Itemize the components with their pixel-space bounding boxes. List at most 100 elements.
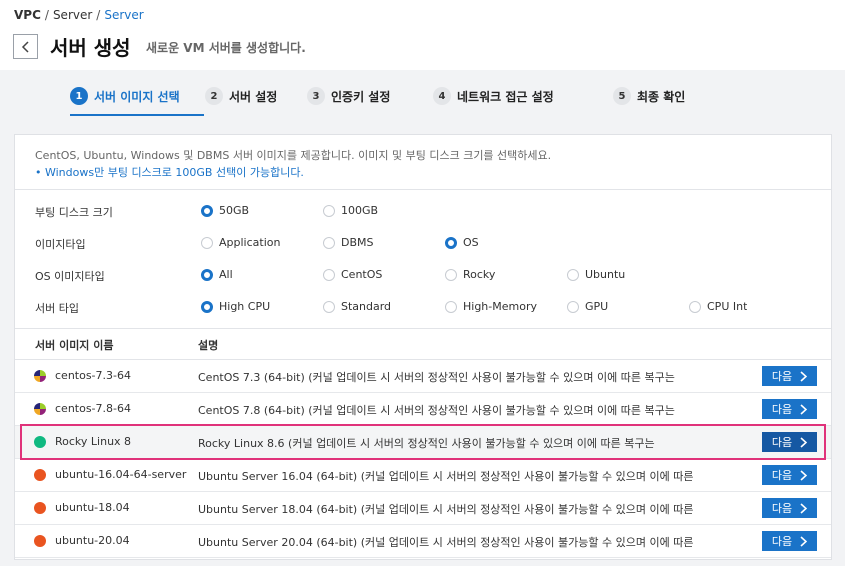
ubuntu-icon [34, 502, 46, 514]
active-step-indicator [70, 114, 204, 116]
next-button[interactable]: 다음 [762, 498, 817, 518]
table-row-selected[interactable]: Rocky Linux 8 Rocky Linux 8.6 (커널 업데이트 시… [15, 426, 831, 459]
step-number: 3 [307, 87, 325, 105]
notice-windows-note: • Windows만 부팅 디스크로 100GB 선택이 가능합니다. [35, 166, 304, 179]
radio-icon [567, 300, 579, 313]
image-selection-panel: CentOS, Ubuntu, Windows 및 DBMS 서버 이미지를 제… [14, 134, 832, 560]
radio-100gb[interactable]: 100GB [323, 204, 378, 217]
ubuntu-icon [34, 469, 46, 481]
chevron-right-icon [800, 403, 808, 415]
page-subtitle: 새로운 VM 서버를 생성합니다. [146, 41, 306, 55]
ubuntu-icon [34, 535, 46, 547]
radio-gpu[interactable]: GPU [567, 300, 608, 313]
table-row[interactable]: centos-7.3-64 CentOS 7.3 (64-bit) (커널 업데… [15, 360, 831, 393]
image-description: Ubuntu Server 20.04 (64-bit) (커널 업데이트 시 … [198, 536, 694, 549]
image-name: Rocky Linux 8 [55, 435, 132, 448]
radio-ubuntu[interactable]: Ubuntu [567, 268, 625, 281]
page-title: 서버 생성 [50, 36, 131, 60]
centos-icon [34, 403, 46, 415]
radio-rocky[interactable]: Rocky [445, 268, 495, 281]
image-description: Rocky Linux 8.6 (커널 업데이트 시 서버의 정상적인 사용이 … [198, 437, 655, 450]
step-network-access[interactable]: 4 네트워크 접근 설정 [433, 87, 554, 105]
boot-disk-row: 부팅 디스크 크기 50GB 100GB [15, 195, 831, 227]
step-auth-key[interactable]: 3 인증키 설정 [307, 87, 390, 105]
radio-all[interactable]: All [201, 268, 233, 281]
breadcrumb-server[interactable]: Server [53, 8, 92, 22]
image-description: Ubuntu Server 18.04 (64-bit) (커널 업데이트 시 … [198, 503, 694, 516]
info-notice: CentOS, Ubuntu, Windows 및 DBMS 서버 이미지를 제… [15, 135, 831, 190]
centos-icon [34, 370, 46, 382]
table-row[interactable]: ubuntu-16.04-64-server Ubuntu Server 16.… [15, 459, 831, 492]
image-type-row: 이미지타입 Application DBMS OS [15, 227, 831, 259]
radio-high-memory[interactable]: High-Memory [445, 300, 537, 313]
step-label: 최종 확인 [637, 89, 686, 104]
step-final-confirm[interactable]: 5 최종 확인 [613, 87, 685, 105]
radio-application[interactable]: Application [201, 236, 280, 249]
table-row[interactable]: centos-7.8-64 CentOS 7.8 (64-bit) (커널 업데… [15, 393, 831, 426]
next-button[interactable]: 다음 [762, 531, 817, 551]
image-description: Ubuntu Server 16.04 (64-bit) (커널 업데이트 시 … [198, 470, 694, 483]
column-header-description: 설명 [198, 339, 219, 352]
radio-icon [323, 268, 335, 281]
next-button[interactable]: 다음 [762, 432, 817, 452]
chevron-right-icon [800, 502, 808, 514]
breadcrumb-current[interactable]: Server [104, 8, 143, 22]
radio-icon [323, 204, 335, 217]
breadcrumb-separator: / [44, 8, 49, 22]
step-number: 5 [613, 87, 631, 105]
breadcrumb-vpc[interactable]: VPC [14, 8, 41, 22]
breadcrumb: VPC / Server / Server [14, 8, 144, 22]
notice-text: CentOS, Ubuntu, Windows 및 DBMS 서버 이미지를 제… [35, 149, 552, 162]
radio-checked-icon [201, 300, 213, 313]
radio-os[interactable]: OS [445, 236, 479, 249]
os-image-type-row: OS 이미지타입 All CentOS Rocky Ubuntu [15, 259, 831, 291]
wizard-steps: 1 서버 이미지 선택 2 서버 설정 3 인증키 설정 4 네트워크 접근 설… [0, 72, 845, 122]
radio-icon [201, 236, 213, 249]
step-server-settings[interactable]: 2 서버 설정 [205, 87, 277, 105]
breadcrumb-separator: / [96, 8, 101, 22]
radio-icon [689, 300, 701, 313]
step-label: 서버 이미지 선택 [94, 89, 180, 104]
step-number: 4 [433, 87, 451, 105]
radio-standard[interactable]: Standard [323, 300, 391, 313]
radio-checked-icon [201, 204, 213, 217]
step-number: 1 [70, 87, 88, 105]
image-name: ubuntu-18.04 [55, 501, 130, 514]
table-header: 서버 이미지 이름 설명 [15, 328, 831, 360]
radio-dbms[interactable]: DBMS [323, 236, 374, 249]
column-header-name: 서버 이미지 이름 [35, 339, 114, 352]
step-label: 서버 설정 [229, 89, 278, 104]
os-image-type-label: OS 이미지타입 [35, 270, 105, 283]
chevron-left-icon [21, 40, 29, 53]
radio-50gb[interactable]: 50GB [201, 204, 249, 217]
boot-disk-label: 부팅 디스크 크기 [35, 206, 113, 219]
next-button[interactable]: 다음 [762, 366, 817, 386]
radio-checked-icon [201, 268, 213, 281]
image-name: centos-7.3-64 [55, 369, 131, 382]
radio-icon [445, 268, 457, 281]
server-type-row: 서버 타입 High CPU Standard High-Memory GPU … [15, 291, 831, 323]
radio-icon [323, 300, 335, 313]
step-server-image[interactable]: 1 서버 이미지 선택 [70, 87, 180, 105]
radio-icon [567, 268, 579, 281]
step-label: 네트워크 접근 설정 [457, 89, 554, 104]
step-label: 인증키 설정 [331, 89, 391, 104]
radio-icon [323, 236, 335, 249]
chevron-right-icon [800, 469, 808, 481]
radio-high-cpu[interactable]: High CPU [201, 300, 270, 313]
server-type-label: 서버 타입 [35, 302, 79, 315]
next-button[interactable]: 다음 [762, 399, 817, 419]
table-row[interactable]: ubuntu-20.04 Ubuntu Server 20.04 (64-bit… [15, 525, 831, 558]
image-name: centos-7.8-64 [55, 402, 131, 415]
table-row[interactable]: ubuntu-18.04 Ubuntu Server 18.04 (64-bit… [15, 492, 831, 525]
radio-centos[interactable]: CentOS [323, 268, 382, 281]
next-button[interactable]: 다음 [762, 465, 817, 485]
back-button[interactable] [13, 34, 38, 59]
page-header: VPC / Server / Server 서버 생성 새로운 VM 서버를 생… [0, 0, 845, 70]
radio-cpu-intensive[interactable]: CPU Int [689, 300, 747, 313]
radio-icon [445, 300, 457, 313]
chevron-right-icon [800, 370, 808, 382]
radio-checked-icon [445, 236, 457, 249]
image-description: CentOS 7.8 (64-bit) (커널 업데이트 시 서버의 정상적인 … [198, 404, 675, 417]
image-name: ubuntu-20.04 [55, 534, 130, 547]
